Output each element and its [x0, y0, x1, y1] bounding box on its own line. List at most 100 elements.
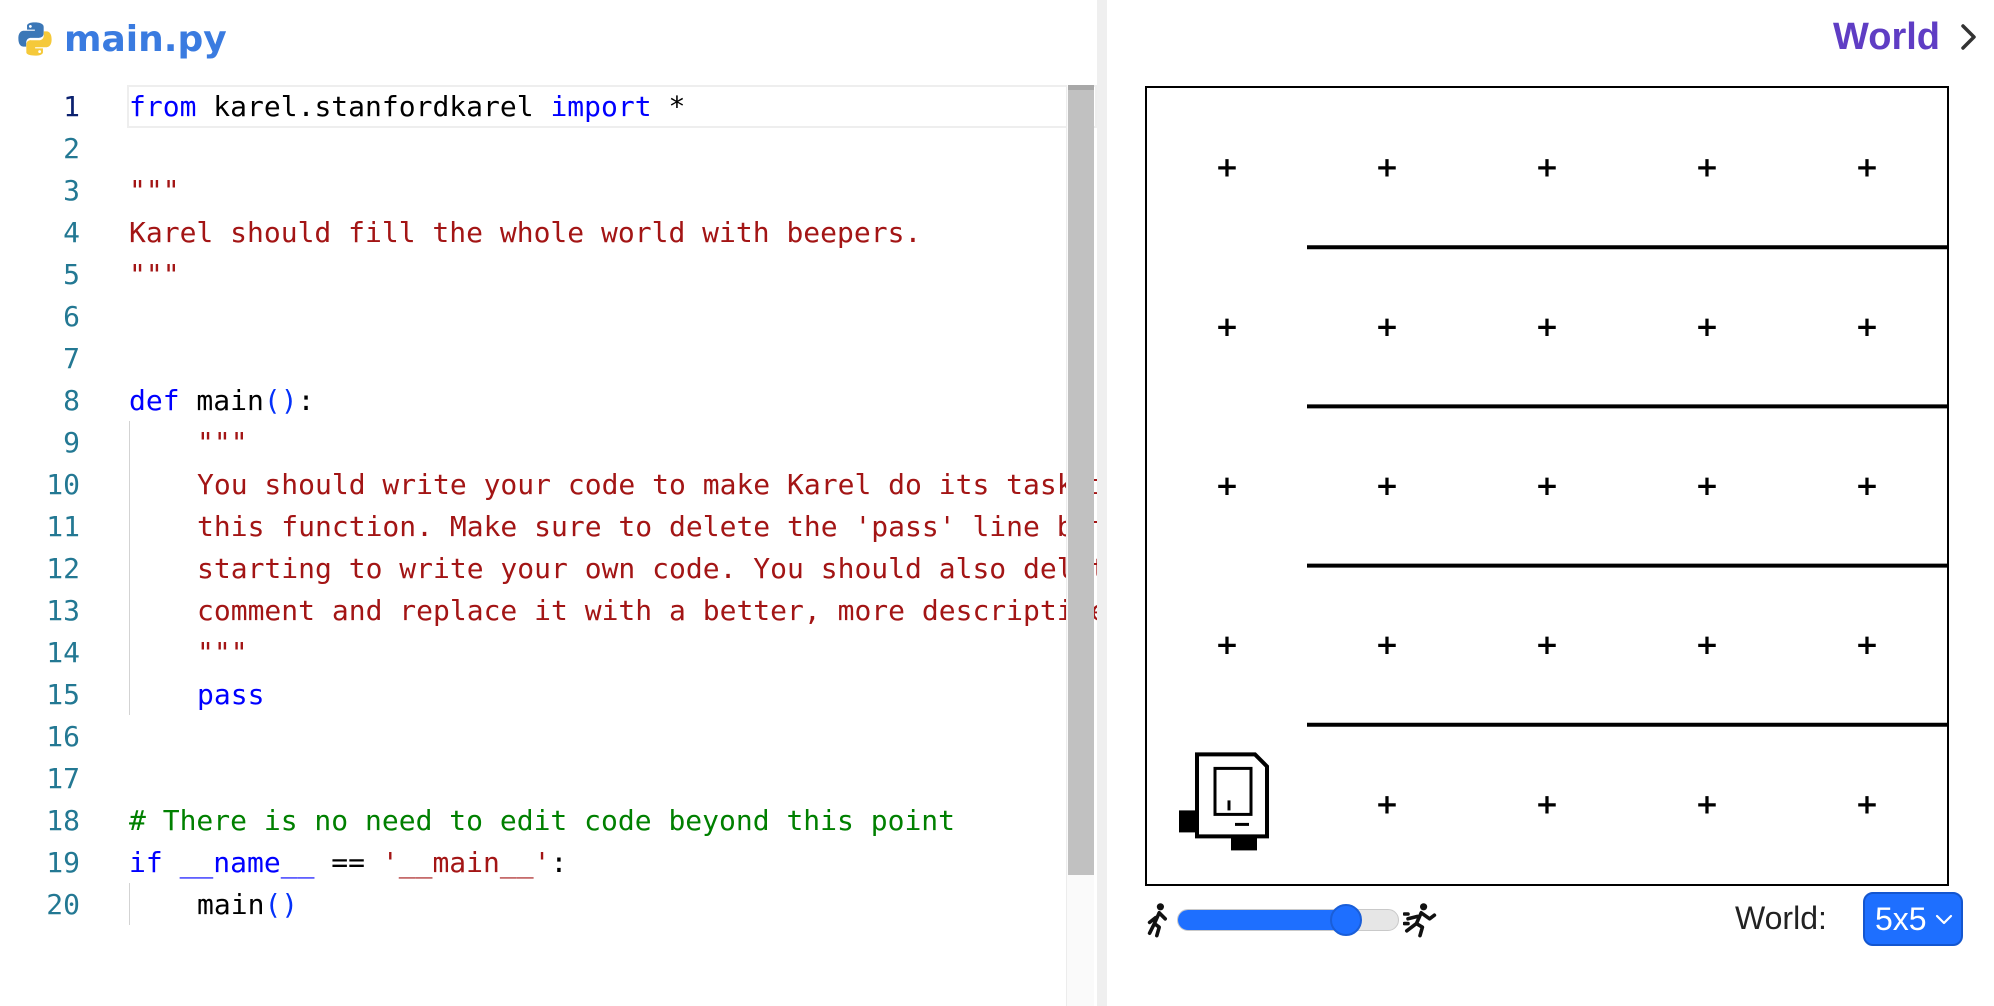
code-line[interactable]: 5 """	[0, 253, 1068, 295]
file-tab[interactable]: main.py	[16, 14, 227, 64]
code-line[interactable]: 2	[0, 127, 1068, 169]
corner-marker: +	[1375, 787, 1398, 820]
corner-marker: +	[1375, 628, 1398, 661]
corner-marker: +	[1535, 628, 1558, 661]
colon-token: :	[550, 845, 568, 879]
corner-marker: +	[1215, 628, 1238, 661]
function-call-token: main	[197, 887, 265, 921]
corner-marker: +	[1215, 151, 1238, 184]
speed-slider-track[interactable]	[1177, 909, 1399, 931]
line-number: 3	[63, 173, 80, 207]
chevron-down-icon	[1935, 914, 1953, 925]
line-number: 18	[46, 803, 80, 837]
star-token: *	[651, 89, 686, 123]
code-line[interactable]: 3 """	[0, 169, 1068, 211]
file-name: main.py	[64, 18, 227, 60]
line-number: 2	[63, 131, 80, 165]
code-line[interactable]: 16	[0, 715, 1068, 757]
keyword-token: pass	[197, 677, 265, 711]
code-line[interactable]: 20 main()	[0, 883, 1068, 925]
line-number: 6	[63, 299, 80, 333]
corner-marker: +	[1375, 151, 1398, 184]
editor-scrollbar-thumb[interactable]	[1068, 85, 1094, 875]
line-number: 14	[46, 635, 80, 669]
code-line[interactable]: 19 if __name__ == '__main__':	[0, 841, 1068, 883]
karel-world-canvas: + + + + + + + + + + + + + + + + + + + + + + + +	[1145, 86, 1949, 886]
chevron-right-icon	[1961, 24, 1976, 50]
code-line[interactable]: 12 starting to write your own code. You …	[0, 547, 1097, 589]
world-size-select[interactable]: 5x5	[1863, 892, 1963, 946]
code-line[interactable]: 13 comment and replace it with a better,…	[0, 589, 1097, 631]
corner-marker: +	[1695, 151, 1718, 184]
code-line[interactable]: 11 this function. Make sure to delete th…	[0, 505, 1097, 547]
string-token: comment and replace it with a better, mo…	[197, 593, 1097, 627]
dunder-name-token: __name__	[162, 845, 332, 879]
string-token: """	[197, 635, 248, 669]
corner-marker: +	[1535, 787, 1558, 820]
code-line[interactable]: 9 """	[0, 421, 1068, 463]
karel-robot-icon	[1179, 752, 1269, 851]
line-number: 12	[46, 551, 80, 585]
corner-marker: +	[1855, 469, 1878, 502]
corner-marker: +	[1855, 787, 1878, 820]
world-toggle[interactable]: World	[1833, 12, 1980, 62]
code-line[interactable]: 18 # There is no need to edit code beyon…	[0, 799, 1068, 841]
code-line[interactable]: 4 Karel should fill the whole world with…	[0, 211, 1068, 253]
speed-slider-fill	[1178, 910, 1347, 930]
keyword-token: def	[129, 383, 180, 417]
string-token: '__main__'	[381, 845, 551, 879]
line-number: 8	[63, 383, 80, 417]
line-number: 15	[46, 677, 80, 711]
corner-marker: +	[1695, 310, 1718, 343]
code-line[interactable]: 7	[0, 337, 1068, 379]
string-token: """	[129, 257, 180, 291]
line-number: 1	[63, 89, 80, 123]
corner-marker: +	[1215, 310, 1238, 343]
speed-slider-thumb[interactable]	[1330, 904, 1362, 936]
world-select-label: World:	[1735, 900, 1827, 936]
line-number: 17	[46, 761, 80, 795]
string-token: You should write your code to make Karel…	[197, 467, 1097, 501]
line-number: 16	[46, 719, 80, 753]
string-token: """	[197, 425, 248, 459]
run-icon	[1403, 903, 1437, 938]
code-line[interactable]: 1 from karel.stanfordkarel import *	[0, 85, 1068, 127]
line-number: 5	[63, 257, 80, 291]
world-size-value: 5x5	[1875, 900, 1927, 937]
corner-marker: +	[1855, 628, 1878, 661]
corner-marker: +	[1535, 310, 1558, 343]
code-editor-pane: main.py 1 from karel.stanfordkarel impor…	[0, 0, 1097, 1006]
keyword-token: from	[129, 89, 197, 123]
code-line[interactable]: 8 def main():	[0, 379, 1068, 421]
corner-marker: +	[1535, 151, 1558, 184]
corner-marker: +	[1375, 469, 1398, 502]
pane-splitter[interactable]	[1097, 0, 1107, 1006]
corner-marker: +	[1215, 469, 1238, 502]
code-area[interactable]: 1 from karel.stanfordkarel import * 2 3 …	[0, 85, 1097, 1006]
corner-marker: +	[1695, 628, 1718, 661]
code-line[interactable]: 6	[0, 295, 1068, 337]
line-number: 19	[46, 845, 80, 879]
keyword-token: import	[550, 89, 652, 123]
code-line[interactable]: 10 You should write your code to make Ka…	[0, 463, 1097, 505]
walk-icon	[1147, 903, 1167, 938]
code-line[interactable]: 15 pass	[0, 673, 1068, 715]
code-text: if __name__ == '__main__':	[129, 846, 567, 879]
python-icon	[18, 22, 52, 56]
karel-world-grid: + + + + + + + + + + + + + + + + + + + + + + + +	[1179, 151, 1947, 851]
world-title: World	[1833, 15, 1940, 58]
line-number: 11	[46, 509, 80, 543]
string-token: starting to write your own code. You sho…	[197, 551, 1097, 585]
code-line[interactable]: 14 """	[0, 631, 1068, 673]
paren-token: ()	[263, 383, 298, 417]
line-number: 7	[63, 341, 80, 375]
module-token: karel.stanfordkarel	[196, 89, 551, 123]
line-number: 13	[46, 593, 80, 627]
corner-marker: +	[1375, 310, 1398, 343]
operator-token: ==	[331, 845, 382, 879]
world-controls: World: 5x5	[1143, 892, 1993, 948]
code-line[interactable]: 17	[0, 757, 1068, 799]
string-token: this function. Make sure to delete the '…	[197, 509, 1097, 543]
corner-marker: +	[1855, 310, 1878, 343]
line-number: 10	[46, 467, 80, 501]
